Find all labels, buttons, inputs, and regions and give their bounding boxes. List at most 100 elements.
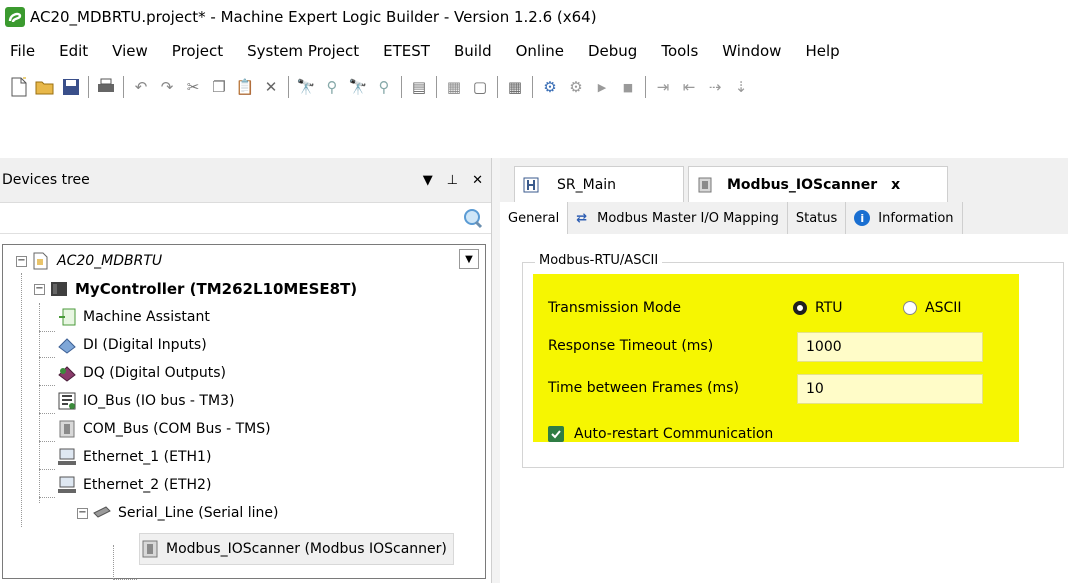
devices-search-input[interactable] — [0, 203, 445, 233]
tab-information[interactable]: i Information — [846, 202, 963, 234]
digital-outputs-icon — [58, 366, 76, 382]
response-timeout-input[interactable] — [797, 332, 983, 362]
logout-icon[interactable]: ⚙ — [565, 76, 587, 98]
tree-node-label: DQ (Digital Outputs) — [83, 365, 226, 381]
tree-dropdown-chevron-down-icon[interactable]: ▼ — [459, 249, 479, 269]
new-file-icon[interactable] — [8, 76, 30, 98]
panel-buttons: ▼ ⊥ ✕ — [423, 158, 483, 202]
tab-status[interactable]: Status — [787, 202, 847, 234]
outdent-icon[interactable]: ⇤ — [678, 76, 700, 98]
visualization-icon[interactable]: ▦ — [504, 76, 526, 98]
tree-node-digital-inputs[interactable]: DI (Digital Inputs) — [57, 331, 207, 359]
close-icon[interactable]: ✕ — [472, 173, 483, 188]
stop-icon[interactable]: ■ — [617, 76, 639, 98]
menu-build[interactable]: Build — [442, 42, 504, 60]
controller-icon — [51, 282, 67, 296]
tab-sr-main[interactable]: SR_Main — [514, 166, 684, 202]
tab-general[interactable]: General — [500, 202, 569, 234]
devices-tree-panel: Devices tree ▼ ⊥ ✕ ▼ − AC20_MDBRTU − MyC… — [0, 158, 492, 583]
indent-icon[interactable]: ⇥ — [652, 76, 674, 98]
find-icon[interactable]: 🔭 — [295, 76, 317, 98]
panel-title: Devices tree — [2, 172, 90, 188]
delete-icon[interactable]: ✕ — [260, 76, 282, 98]
find-next-icon[interactable]: 🔭 — [347, 76, 369, 98]
panel-menu-chevron-down-icon[interactable]: ▼ — [423, 173, 433, 188]
menu-bar: File Edit View Project System Project ET… — [0, 34, 1068, 68]
menu-view[interactable]: View — [100, 42, 160, 60]
login-icon[interactable]: ⚙ — [539, 76, 561, 98]
find-prev-icon[interactable]: ⚲ — [373, 76, 395, 98]
cut-icon[interactable]: ✂ — [182, 76, 204, 98]
tab-label: Modbus Master I/O Mapping — [597, 210, 779, 226]
toolbar-separator — [123, 76, 124, 98]
insert-object-icon[interactable]: ▦ — [443, 76, 465, 98]
menu-etest[interactable]: ETEST — [371, 42, 442, 60]
menu-tools[interactable]: Tools — [649, 42, 710, 60]
browse-icon[interactable]: ▤ — [408, 76, 430, 98]
tab-label: SR_Main — [557, 176, 617, 193]
radio-selected-icon — [793, 301, 807, 315]
search-icon[interactable] — [461, 207, 483, 229]
save-icon[interactable] — [60, 76, 82, 98]
time-between-frames-input[interactable] — [797, 374, 983, 404]
menu-help[interactable]: Help — [793, 42, 851, 60]
transmission-mode-label: Transmission Mode — [548, 300, 682, 316]
copy-icon[interactable]: ❐ — [208, 76, 230, 98]
tree-connector — [113, 545, 114, 579]
modbus-scanner-icon — [142, 540, 158, 558]
menu-project[interactable]: Project — [160, 42, 235, 60]
tree-node-serial-line[interactable]: − Serial_Line (Serial line) — [77, 499, 279, 527]
tab-label: Modbus_IOScanner — [727, 176, 878, 193]
tree-connector — [39, 441, 55, 442]
io-bus-icon — [58, 392, 76, 410]
run-icon[interactable]: ▶ — [591, 76, 613, 98]
toolbar-separator — [288, 76, 289, 98]
menu-file[interactable]: File — [0, 42, 47, 60]
project-icon — [33, 252, 48, 270]
new-object-icon[interactable]: ▢ — [469, 76, 491, 98]
devices-tree-header: Devices tree ▼ ⊥ ✕ — [0, 158, 491, 203]
step-into-icon[interactable]: ⇢ — [704, 76, 726, 98]
open-folder-icon[interactable] — [34, 76, 56, 98]
tree-node-digital-outputs[interactable]: DQ (Digital Outputs) — [57, 359, 226, 387]
collapse-icon[interactable]: − — [34, 283, 45, 295]
tree-node-modbus-ioscanner[interactable]: Modbus_IOScanner (Modbus IOScanner) — [139, 533, 454, 565]
tree-node-ethernet-2[interactable]: Ethernet_2 (ETH2) — [57, 471, 211, 499]
ascii-radio[interactable]: ASCII — [903, 300, 962, 316]
pin-icon[interactable]: ⊥ — [447, 173, 458, 188]
collapse-icon[interactable]: − — [16, 255, 27, 267]
program-icon — [523, 177, 539, 192]
tree-node-project[interactable]: − AC20_MDBRTU — [16, 247, 162, 275]
menu-debug[interactable]: Debug — [576, 42, 649, 60]
menu-online[interactable]: Online — [504, 42, 576, 60]
tree-node-controller[interactable]: − MyController (TM262L10MESE8T) — [34, 275, 357, 303]
info-icon: i — [854, 210, 871, 226]
undo-icon[interactable]: ↶ — [130, 76, 152, 98]
tree-node-ethernet-1[interactable]: Ethernet_1 (ETH1) — [57, 443, 211, 471]
tree-node-io-bus[interactable]: IO_Bus (IO bus - TM3) — [57, 387, 234, 415]
tree-node-label: Modbus_IOScanner (Modbus IOScanner) — [166, 541, 447, 557]
tree-node-machine-assistant[interactable]: Machine Assistant — [57, 303, 210, 331]
tree-node-label: Machine Assistant — [83, 309, 210, 325]
redo-icon[interactable]: ↷ — [156, 76, 178, 98]
rtu-radio[interactable]: RTU — [793, 300, 843, 316]
menu-system-project[interactable]: System Project — [235, 42, 371, 60]
collapse-icon[interactable]: − — [77, 507, 88, 519]
print-icon[interactable] — [95, 76, 117, 98]
close-tab-icon[interactable]: x — [891, 177, 900, 193]
menu-window[interactable]: Window — [710, 42, 793, 60]
tab-modbus-master-io-mapping[interactable]: ⇄ Modbus Master I/O Mapping — [568, 202, 788, 234]
auto-restart-checkbox[interactable]: Auto-restart Communication — [548, 426, 773, 442]
menu-edit[interactable]: Edit — [47, 42, 100, 60]
response-timeout-label: Response Timeout (ms) — [548, 338, 714, 354]
tab-modbus-ioscanner[interactable]: Modbus_IOScanner x — [688, 166, 948, 202]
paste-icon[interactable]: 📋 — [234, 76, 256, 98]
tree-connector — [39, 413, 55, 414]
step-over-icon[interactable]: ⇣ — [730, 76, 752, 98]
tree-node-label: AC20_MDBRTU — [57, 253, 163, 269]
tree-connector — [39, 303, 40, 503]
tab-label: Information — [878, 210, 954, 226]
tree-node-com-bus[interactable]: COM_Bus (COM Bus - TMS) — [57, 415, 271, 443]
toolbar-separator — [436, 76, 437, 98]
find-replace-icon[interactable]: ⚲ — [321, 76, 343, 98]
